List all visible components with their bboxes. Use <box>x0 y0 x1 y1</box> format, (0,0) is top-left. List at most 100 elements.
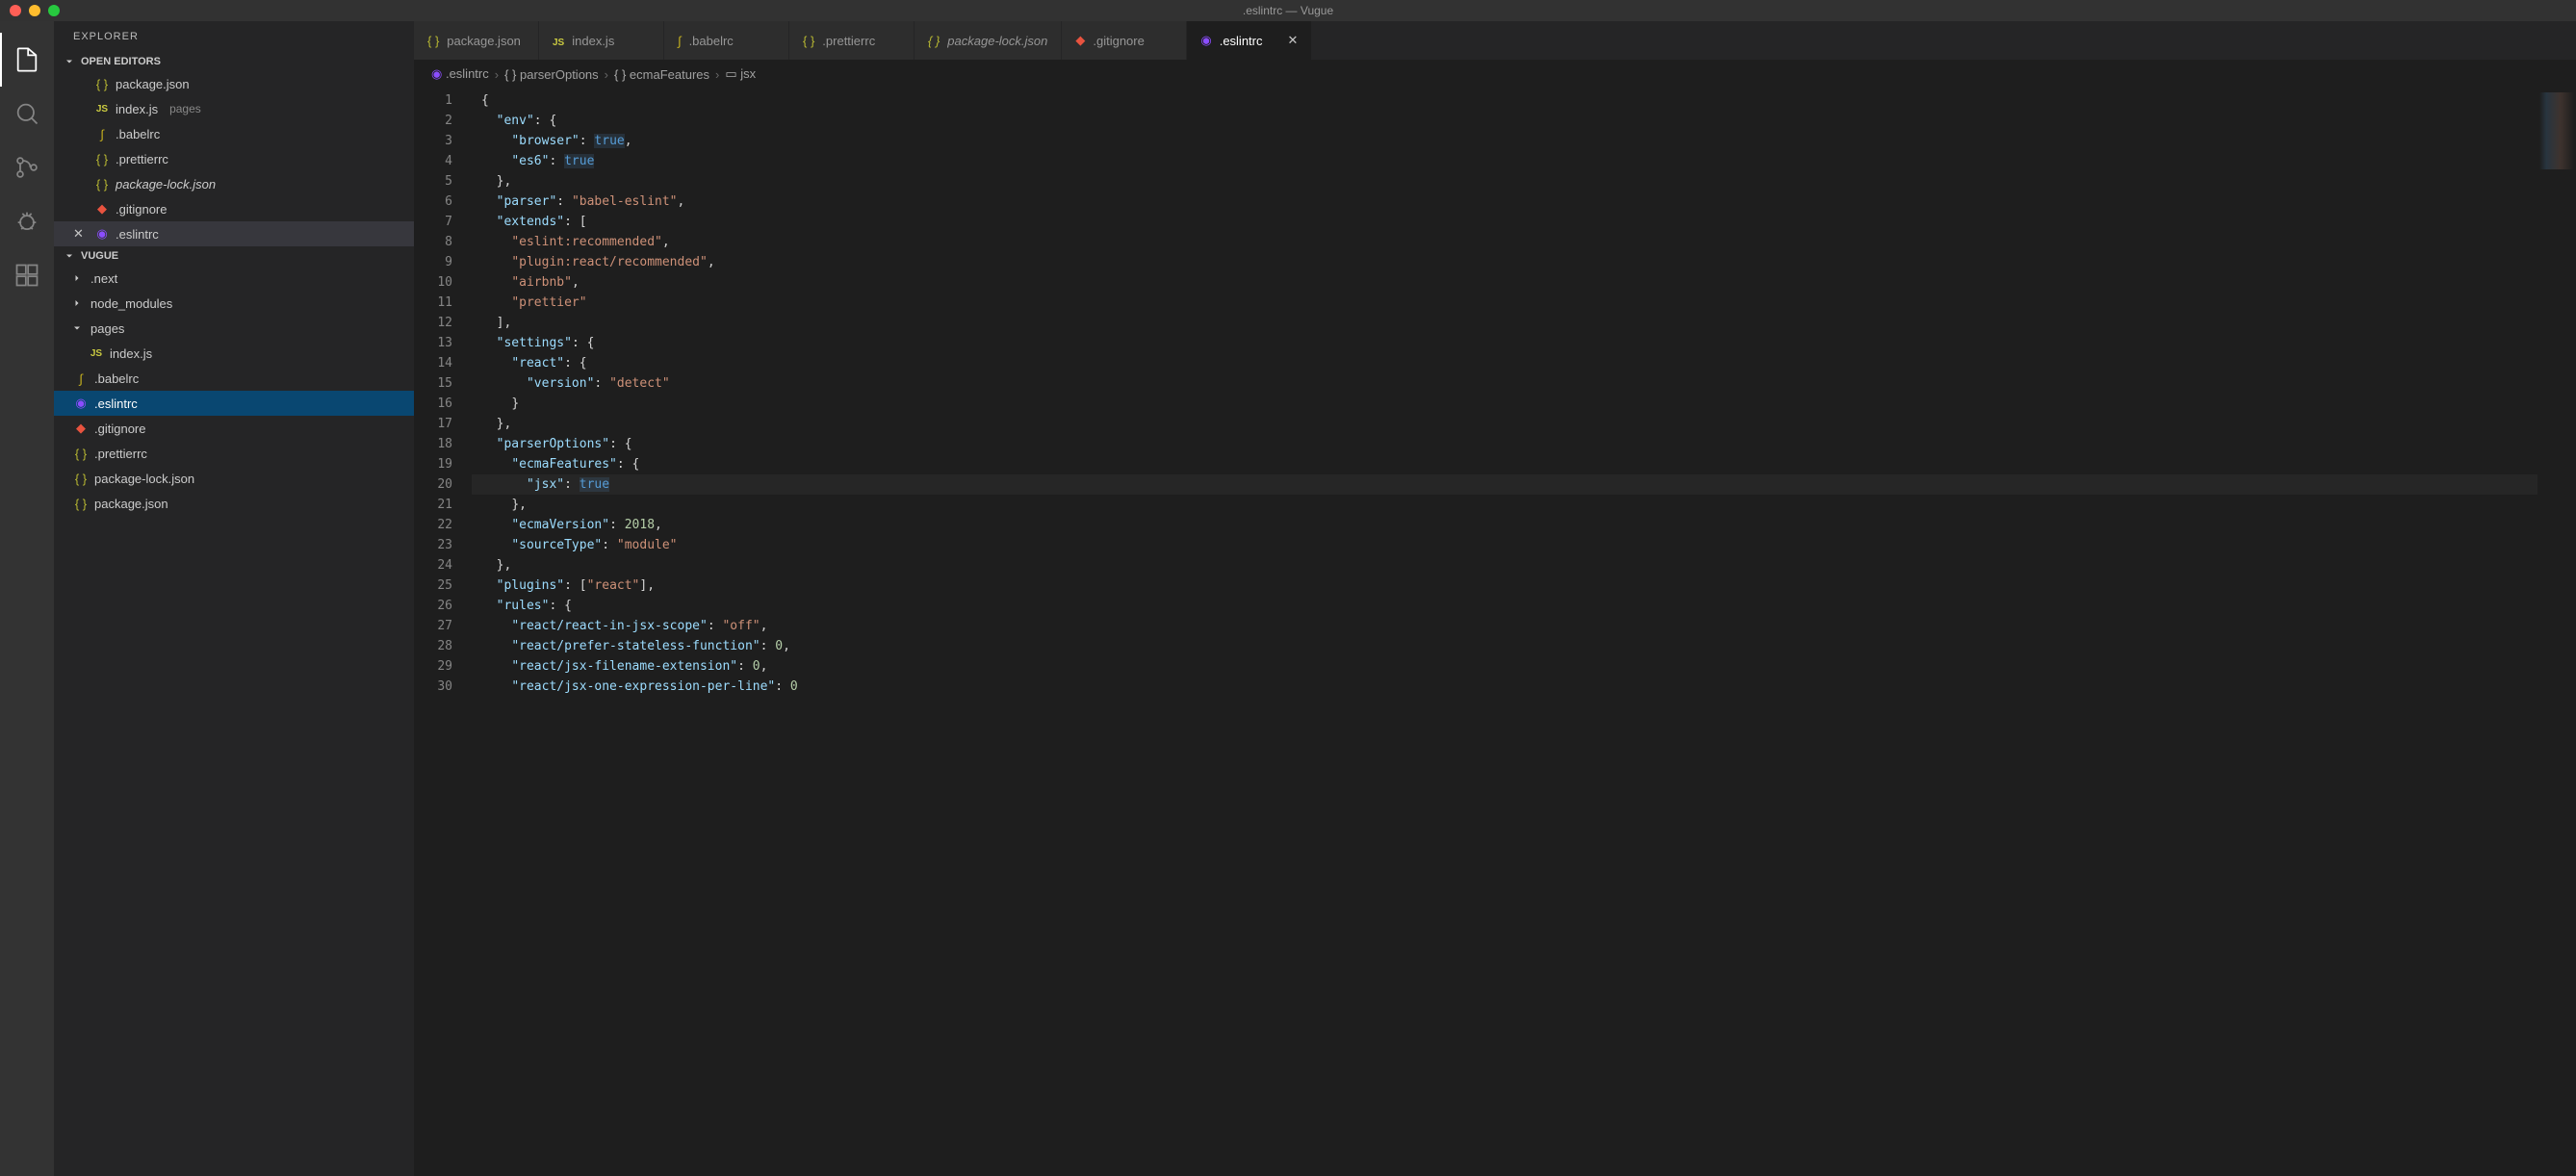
file-item[interactable]: ∫.babelrc <box>54 366 414 391</box>
open-editor-item[interactable]: ✕◆.gitignore <box>54 196 414 221</box>
file-item[interactable]: { }package.json <box>54 491 414 516</box>
tab-close-icon[interactable]: ✕ <box>1287 33 1298 48</box>
line-number: 17 <box>414 414 452 434</box>
editor-tab[interactable]: { }package.json <box>414 21 539 60</box>
file-name: .gitignore <box>116 202 167 217</box>
code-line[interactable]: "settings": { <box>472 333 2537 353</box>
editor-tab[interactable]: ◉.eslintrc✕ <box>1187 21 1312 60</box>
json-icon: { } <box>94 152 110 166</box>
tab-label: package-lock.json <box>947 34 1047 48</box>
editor-tab[interactable]: { }.prettierrc <box>789 21 914 60</box>
file-item[interactable]: JSindex.js <box>54 341 414 366</box>
js-icon: JS <box>553 34 564 48</box>
code-line[interactable]: "react/jsx-one-expression-per-line": 0 <box>472 677 2537 697</box>
code-editor[interactable]: { "env": { "browser": true, "es6": true … <box>472 89 2537 1176</box>
line-number: 11 <box>414 293 452 313</box>
code-line[interactable]: }, <box>472 495 2537 515</box>
code-line[interactable]: "extends": [ <box>472 212 2537 232</box>
breadcrumb-item[interactable]: ◉ .eslintrc <box>431 66 489 82</box>
activity-source-control-icon[interactable] <box>0 141 54 194</box>
breadcrumb-item[interactable]: { } parserOptions <box>504 67 599 82</box>
titlebar: .eslintrc — Vugue <box>0 0 2576 21</box>
line-number: 22 <box>414 515 452 535</box>
folder-item[interactable]: pages <box>54 316 414 341</box>
open-editor-item[interactable]: ✕JSindex.jspages <box>54 96 414 121</box>
code-line[interactable]: "react": { <box>472 353 2537 373</box>
folder-item[interactable]: .next <box>54 266 414 291</box>
code-line[interactable]: "plugins": ["react"], <box>472 575 2537 596</box>
breadcrumbs[interactable]: ◉ .eslintrc›{ } parserOptions›{ } ecmaFe… <box>414 60 2576 89</box>
code-line[interactable]: "ecmaFeatures": { <box>472 454 2537 474</box>
activity-extensions-icon[interactable] <box>0 248 54 302</box>
editor-tab[interactable]: JSindex.js <box>539 21 664 60</box>
code-line[interactable]: "version": "detect" <box>472 373 2537 394</box>
activity-explorer-icon[interactable] <box>0 33 54 87</box>
file-item[interactable]: ◆.gitignore <box>54 416 414 441</box>
activity-search-icon[interactable] <box>0 87 54 141</box>
breadcrumb-separator: › <box>495 67 499 82</box>
window-maximize-button[interactable] <box>48 5 60 16</box>
json-icon: { } <box>73 497 89 511</box>
chevron-right-icon <box>69 272 85 284</box>
line-number: 7 <box>414 212 452 232</box>
line-number: 23 <box>414 535 452 555</box>
code-line[interactable]: "parserOptions": { <box>472 434 2537 454</box>
code-line[interactable]: "eslint:recommended", <box>472 232 2537 252</box>
code-line[interactable]: "react/prefer-stateless-function": 0, <box>472 636 2537 656</box>
folder-name: .next <box>90 271 117 286</box>
line-number: 4 <box>414 151 452 171</box>
file-item[interactable]: { }package-lock.json <box>54 466 414 491</box>
open-editor-item[interactable]: ✕{ }.prettierrc <box>54 146 414 171</box>
code-line[interactable]: }, <box>472 171 2537 192</box>
code-line[interactable]: "airbnb", <box>472 272 2537 293</box>
project-section-header[interactable]: VUGUE <box>54 246 414 266</box>
file-item[interactable]: { }.prettierrc <box>54 441 414 466</box>
code-line[interactable]: "env": { <box>472 111 2537 131</box>
minimap-content <box>2539 92 2574 169</box>
chevron-down-icon <box>62 56 77 67</box>
editor-tab[interactable]: ◆.gitignore <box>1062 21 1187 60</box>
code-line[interactable]: "rules": { <box>472 596 2537 616</box>
code-line[interactable]: "sourceType": "module" <box>472 535 2537 555</box>
open-editor-item[interactable]: ✕{ }package-lock.json <box>54 171 414 196</box>
open-editor-item[interactable]: ✕∫.babelrc <box>54 121 414 146</box>
open-editor-item[interactable]: ✕{ }package.json <box>54 71 414 96</box>
code-line[interactable]: "parser": "babel-eslint", <box>472 192 2537 212</box>
open-editor-item[interactable]: ✕◉.eslintrc <box>54 221 414 246</box>
json-icon: { } <box>94 177 110 192</box>
open-editors-section-header[interactable]: OPEN EDITORS <box>54 52 414 71</box>
window-minimize-button[interactable] <box>29 5 40 16</box>
code-line[interactable]: "plugin:react/recommended", <box>472 252 2537 272</box>
close-icon[interactable]: ✕ <box>73 226 89 242</box>
breadcrumb-item[interactable]: { } ecmaFeatures <box>614 67 709 82</box>
editor-tab[interactable]: { }package-lock.json <box>914 21 1062 60</box>
code-line[interactable]: }, <box>472 414 2537 434</box>
line-number: 12 <box>414 313 452 333</box>
code-line[interactable]: ], <box>472 313 2537 333</box>
code-line[interactable]: "ecmaVersion": 2018, <box>472 515 2537 535</box>
code-line[interactable]: }, <box>472 555 2537 575</box>
code-line[interactable]: { <box>472 90 2537 111</box>
activity-debug-icon[interactable] <box>0 194 54 248</box>
line-number: 25 <box>414 575 452 596</box>
code-line[interactable]: "jsx": true <box>472 474 2537 495</box>
code-line[interactable]: } <box>472 394 2537 414</box>
file-item[interactable]: ◉.eslintrc <box>54 391 414 416</box>
code-line[interactable]: "react/react-in-jsx-scope": "off", <box>472 616 2537 636</box>
folder-item[interactable]: node_modules <box>54 291 414 316</box>
minimap[interactable] <box>2537 89 2576 1176</box>
file-name: .babelrc <box>116 127 160 141</box>
window-close-button[interactable] <box>10 5 21 16</box>
file-name: .prettierrc <box>116 152 168 166</box>
git-icon: ◆ <box>94 201 110 217</box>
code-line[interactable]: "react/jsx-filename-extension": 0, <box>472 656 2537 677</box>
code-line[interactable]: "es6": true <box>472 151 2537 171</box>
line-number: 18 <box>414 434 452 454</box>
open-editors-label: OPEN EDITORS <box>81 56 161 67</box>
code-line[interactable]: "prettier" <box>472 293 2537 313</box>
editor-tab[interactable]: ∫.babelrc <box>664 21 789 60</box>
line-number: 2 <box>414 111 452 131</box>
file-name: .gitignore <box>94 422 145 436</box>
code-line[interactable]: "browser": true, <box>472 131 2537 151</box>
breadcrumb-item[interactable]: ▭ jsx <box>725 66 756 82</box>
